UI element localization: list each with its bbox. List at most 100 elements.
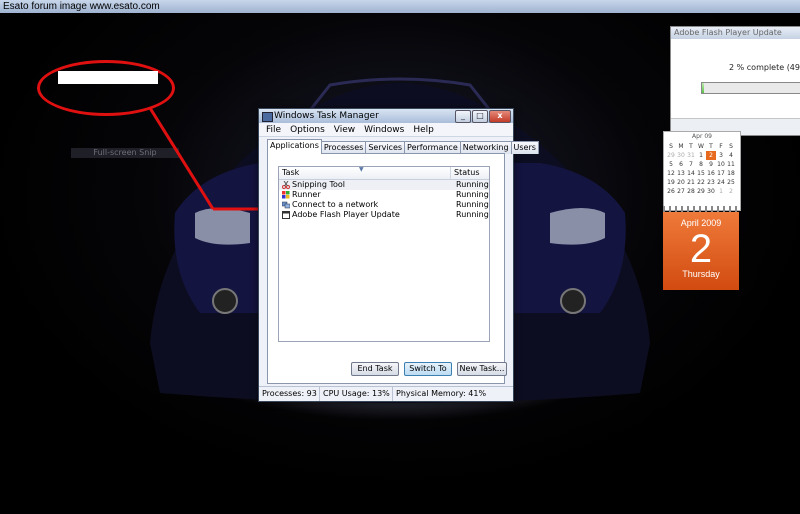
- calendar-day[interactable]: 14: [686, 169, 696, 178]
- weekday-header: T: [709, 143, 713, 150]
- tab-strip: Applications Processes Services Performa…: [267, 139, 539, 154]
- calendar-day[interactable]: 29: [666, 151, 676, 160]
- calendar-day[interactable]: 26: [666, 187, 676, 196]
- calendar-day[interactable]: 19: [666, 178, 676, 187]
- task-list-header: ▼ Task Status: [279, 167, 489, 180]
- menu-view[interactable]: View: [334, 125, 355, 135]
- action-buttons: End Task Switch To New Task...: [351, 362, 507, 376]
- windows-logo-icon: [282, 191, 290, 199]
- forum-banner: Esato forum image www.esato.com: [0, 0, 800, 13]
- calendar-day[interactable]: 27: [676, 187, 686, 196]
- tab-applications[interactable]: Applications: [267, 139, 322, 154]
- physical-memory: Physical Memory: 41%: [396, 389, 487, 398]
- calendar-day[interactable]: 28: [686, 187, 696, 196]
- calendar-day[interactable]: 8: [696, 160, 706, 169]
- close-button[interactable]: x: [489, 110, 511, 123]
- task-name: Adobe Flash Player Update: [292, 210, 400, 219]
- task-name: Snipping Tool: [292, 180, 345, 189]
- calendar-day[interactable]: 4: [726, 151, 736, 160]
- menu-bar: File Options View Windows Help: [259, 123, 513, 137]
- column-header-task[interactable]: Task: [279, 167, 451, 179]
- calendar-day[interactable]: 23: [706, 178, 716, 187]
- applications-panel: ▼ Task Status Snipping Tool Running Runn…: [267, 153, 507, 384]
- table-row[interactable]: Snipping Tool Running: [279, 180, 489, 190]
- maximize-button[interactable]: □: [472, 110, 488, 123]
- status-bar: Processes: 93 CPU Usage: 13% Physical Me…: [259, 386, 513, 401]
- calendar-day[interactable]: 25: [726, 178, 736, 187]
- calendar-day[interactable]: 20: [676, 178, 686, 187]
- calendar-day[interactable]: 22: [696, 178, 706, 187]
- task-status: Running: [456, 200, 489, 209]
- calendar-day[interactable]: 17: [716, 169, 726, 178]
- calendar-day[interactable]: 3: [716, 151, 726, 160]
- menu-windows[interactable]: Windows: [364, 125, 404, 135]
- cpu-usage: CPU Usage: 13%: [320, 387, 393, 401]
- calendar-day[interactable]: 12: [666, 169, 676, 178]
- calendar-day[interactable]: 1: [696, 151, 706, 160]
- calendar-day[interactable]: 30: [706, 187, 716, 196]
- calendar-day[interactable]: 5: [666, 160, 676, 169]
- calendar-day[interactable]: 6: [676, 160, 686, 169]
- table-row[interactable]: Adobe Flash Player Update Running: [279, 210, 489, 220]
- flash-progress-bar: [701, 82, 800, 94]
- weekday-header: S: [729, 143, 733, 150]
- calendar-day[interactable]: 13: [676, 169, 686, 178]
- menu-file[interactable]: File: [266, 125, 281, 135]
- flash-update-window[interactable]: Adobe Flash Player Update 2 % complete (…: [670, 26, 800, 136]
- new-task-button[interactable]: New Task...: [457, 362, 507, 376]
- switch-to-button[interactable]: Switch To: [404, 362, 452, 376]
- menu-help[interactable]: Help: [413, 125, 434, 135]
- calendar-day[interactable]: 2: [706, 151, 716, 160]
- calendar-day[interactable]: 18: [726, 169, 736, 178]
- weekday: Thursday: [682, 269, 720, 279]
- calendar-day[interactable]: 2: [726, 187, 736, 196]
- calendar-day[interactable]: 11: [726, 160, 736, 169]
- menu-options[interactable]: Options: [290, 125, 325, 135]
- table-row[interactable]: Runner Running: [279, 190, 489, 200]
- minimize-button[interactable]: _: [455, 110, 471, 123]
- calendar-day[interactable]: 7: [686, 160, 696, 169]
- processes-count: Processes: 93: [259, 387, 320, 401]
- calendar-grid: S M T W T F S 29 30 31 1 2 3 4 5 6 7 8 9 10 11 12 13 14 15 16 17 18…: [664, 142, 740, 196]
- task-status: Running: [456, 210, 489, 219]
- sort-arrow-icon: ▼: [359, 166, 364, 173]
- weekday-header: M: [678, 143, 684, 150]
- calendar-day[interactable]: 16: [706, 169, 716, 178]
- weekday-header: S: [669, 143, 673, 150]
- calendar-day[interactable]: 9: [706, 160, 716, 169]
- task-manager-window[interactable]: Windows Task Manager _ □ x File Options …: [258, 108, 539, 402]
- calendar-day[interactable]: 1: [716, 187, 726, 196]
- calendar-day[interactable]: 15: [696, 169, 706, 178]
- network-icon: [282, 201, 290, 209]
- calendar-day[interactable]: 29: [696, 187, 706, 196]
- flash-progress-fill: [702, 83, 705, 93]
- calendar-day[interactable]: 21: [686, 178, 696, 187]
- table-row[interactable]: Connect to a network Running: [279, 200, 489, 210]
- task-status: Running: [456, 190, 489, 199]
- scissors-icon: [282, 181, 290, 189]
- task-manager-icon: [262, 112, 273, 122]
- calendar-day[interactable]: 31: [686, 151, 696, 160]
- calendar-date-box[interactable]: April 2009 2 Thursday: [663, 212, 739, 290]
- calendar-gadget[interactable]: Apr 09 S M T W T F S 29 30 31 1 2 3 4 5 6 7 8 9 10 11 12 13 14 1…: [663, 131, 741, 211]
- window-title: Windows Task Manager: [274, 111, 379, 121]
- task-list[interactable]: ▼ Task Status Snipping Tool Running Runn…: [278, 166, 490, 342]
- calendar-day[interactable]: 30: [676, 151, 686, 160]
- task-name: Runner: [292, 190, 321, 199]
- calendar-month-label[interactable]: Apr 09: [664, 132, 740, 142]
- flash-update-titlebar[interactable]: Adobe Flash Player Update: [671, 27, 800, 39]
- calendar-day[interactable]: 10: [716, 160, 726, 169]
- weekday-header: F: [719, 143, 723, 150]
- column-header-status[interactable]: Status: [451, 167, 480, 179]
- task-manager-titlebar[interactable]: Windows Task Manager _ □ x: [259, 109, 513, 123]
- tab-users[interactable]: Users: [510, 141, 539, 154]
- flash-progress-text: 2 % complete (49 of 183: [729, 63, 800, 72]
- task-name: Connect to a network: [292, 200, 379, 209]
- end-task-button[interactable]: End Task: [351, 362, 399, 376]
- window-icon: [282, 211, 290, 219]
- task-status: Running: [456, 180, 489, 189]
- weekday-header: T: [689, 143, 693, 150]
- weekday-header: W: [698, 143, 704, 150]
- day-number: 2: [689, 227, 713, 271]
- calendar-day[interactable]: 24: [716, 178, 726, 187]
